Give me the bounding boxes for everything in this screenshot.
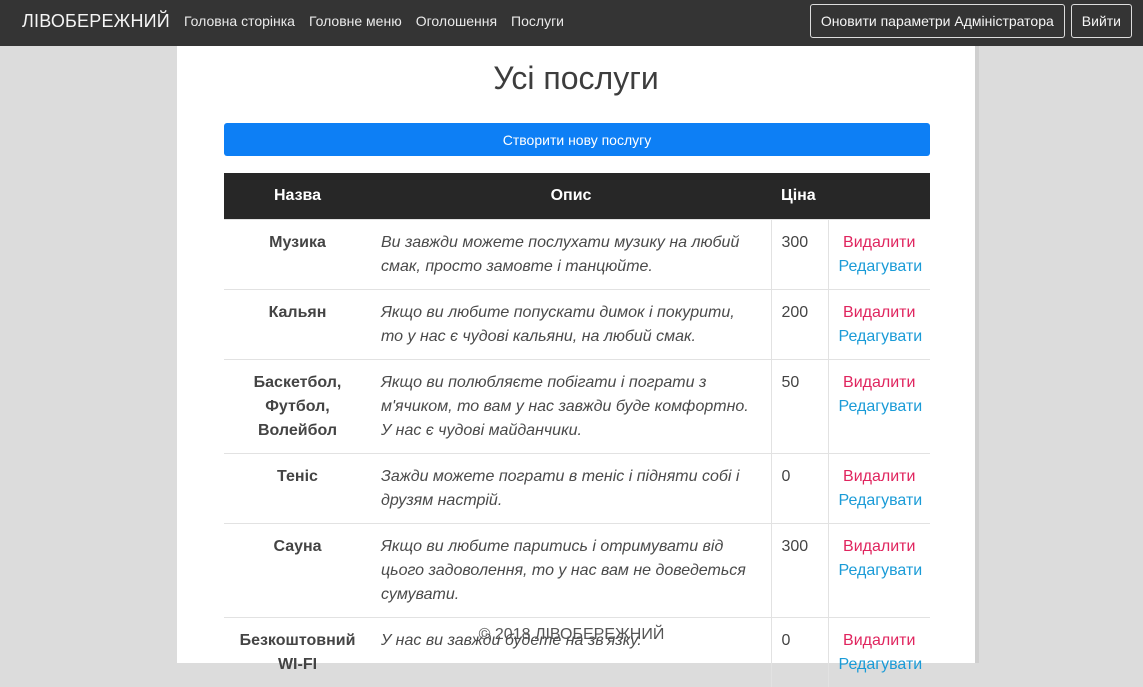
- edit-link[interactable]: Редагувати: [839, 489, 921, 513]
- service-description: У нас ви завжди будете на зв'язку.: [371, 618, 771, 687]
- top-navbar: ЛІВОБЕРЕЖНИЙ Головна сторінка Головне ме…: [0, 0, 1143, 46]
- service-price: 300: [771, 220, 828, 290]
- delete-link[interactable]: Видалити: [839, 629, 921, 653]
- delete-link[interactable]: Видалити: [839, 465, 921, 489]
- nav-link-home[interactable]: Головна сторінка: [184, 13, 295, 29]
- table-row: Сауна Якщо ви любите паритись і отримува…: [224, 524, 930, 618]
- service-description: Якщо ви любите попускати димок і покурит…: [371, 290, 771, 360]
- column-header-name: Назва: [224, 173, 371, 220]
- delete-link[interactable]: Видалити: [839, 231, 921, 255]
- service-description: Якщо ви полюбляєте побігати і пограти з …: [371, 360, 771, 454]
- service-name: Сауна: [224, 524, 371, 618]
- service-name: Музика: [224, 220, 371, 290]
- update-admin-button[interactable]: Оновити параметри Адміністратора: [810, 4, 1065, 38]
- row-actions: Видалити Редагувати: [828, 454, 930, 524]
- service-description: Якщо ви любите паритись і отримувати від…: [371, 524, 771, 618]
- service-name: Баскетбол, Футбол, Волейбол: [224, 360, 371, 454]
- nav-link-services[interactable]: Послуги: [511, 13, 564, 29]
- table-header: Назва Опис Ціна: [224, 173, 930, 220]
- row-actions: Видалити Редагувати: [828, 524, 930, 618]
- delete-link[interactable]: Видалити: [839, 301, 921, 325]
- row-actions: Видалити Редагувати: [828, 618, 930, 687]
- delete-link[interactable]: Видалити: [839, 371, 921, 395]
- nav-actions: Оновити параметри Адміністратора Вийти: [810, 4, 1132, 38]
- page-edge-shadow: [975, 46, 979, 663]
- service-price: 50: [771, 360, 828, 454]
- column-header-actions: [828, 173, 930, 220]
- row-actions: Видалити Редагувати: [828, 290, 930, 360]
- column-header-price: Ціна: [771, 173, 828, 220]
- service-description: Ви завжди можете послухати музику на люб…: [371, 220, 771, 290]
- table-row: Теніс Зажди можете пограти в теніс і під…: [224, 454, 930, 524]
- brand-logo[interactable]: ЛІВОБЕРЕЖНИЙ: [22, 11, 170, 32]
- service-description: Зажди можете пограти в теніс і підняти с…: [371, 454, 771, 524]
- service-price: 0: [771, 618, 828, 687]
- edit-link[interactable]: Редагувати: [839, 653, 921, 677]
- service-name: Безкоштовний WI-FI: [224, 618, 371, 687]
- create-service-button[interactable]: Створити нову послугу: [224, 123, 930, 156]
- edit-link[interactable]: Редагувати: [839, 395, 921, 419]
- table-row: Баскетбол, Футбол, Волейбол Якщо ви полю…: [224, 360, 930, 454]
- table-row: Кальян Якщо ви любите попускати димок і …: [224, 290, 930, 360]
- delete-link[interactable]: Видалити: [839, 535, 921, 559]
- service-name: Теніс: [224, 454, 371, 524]
- logout-button[interactable]: Вийти: [1071, 4, 1132, 38]
- edit-link[interactable]: Редагувати: [839, 559, 921, 583]
- nav-link-announcements[interactable]: Оголошення: [416, 13, 497, 29]
- service-price: 300: [771, 524, 828, 618]
- services-table: Назва Опис Ціна Музика Ви завжди можете …: [224, 173, 930, 687]
- service-price: 200: [771, 290, 828, 360]
- row-actions: Видалити Редагувати: [828, 360, 930, 454]
- service-price: 0: [771, 454, 828, 524]
- page-title: Усі послуги: [177, 60, 975, 97]
- edit-link[interactable]: Редагувати: [839, 325, 921, 349]
- edit-link[interactable]: Редагувати: [839, 255, 921, 279]
- main-container: Усі послуги Створити нову послугу Назва …: [177, 46, 975, 663]
- nav-link-main-menu[interactable]: Головне меню: [309, 13, 402, 29]
- table-row: Безкоштовний WI-FI У нас ви завжди будет…: [224, 618, 930, 687]
- column-header-description: Опис: [371, 173, 771, 220]
- nav-links: Головна сторінка Головне меню Оголошення…: [184, 13, 564, 29]
- table-row: Музика Ви завжди можете послухати музику…: [224, 220, 930, 290]
- service-name: Кальян: [224, 290, 371, 360]
- row-actions: Видалити Редагувати: [828, 220, 930, 290]
